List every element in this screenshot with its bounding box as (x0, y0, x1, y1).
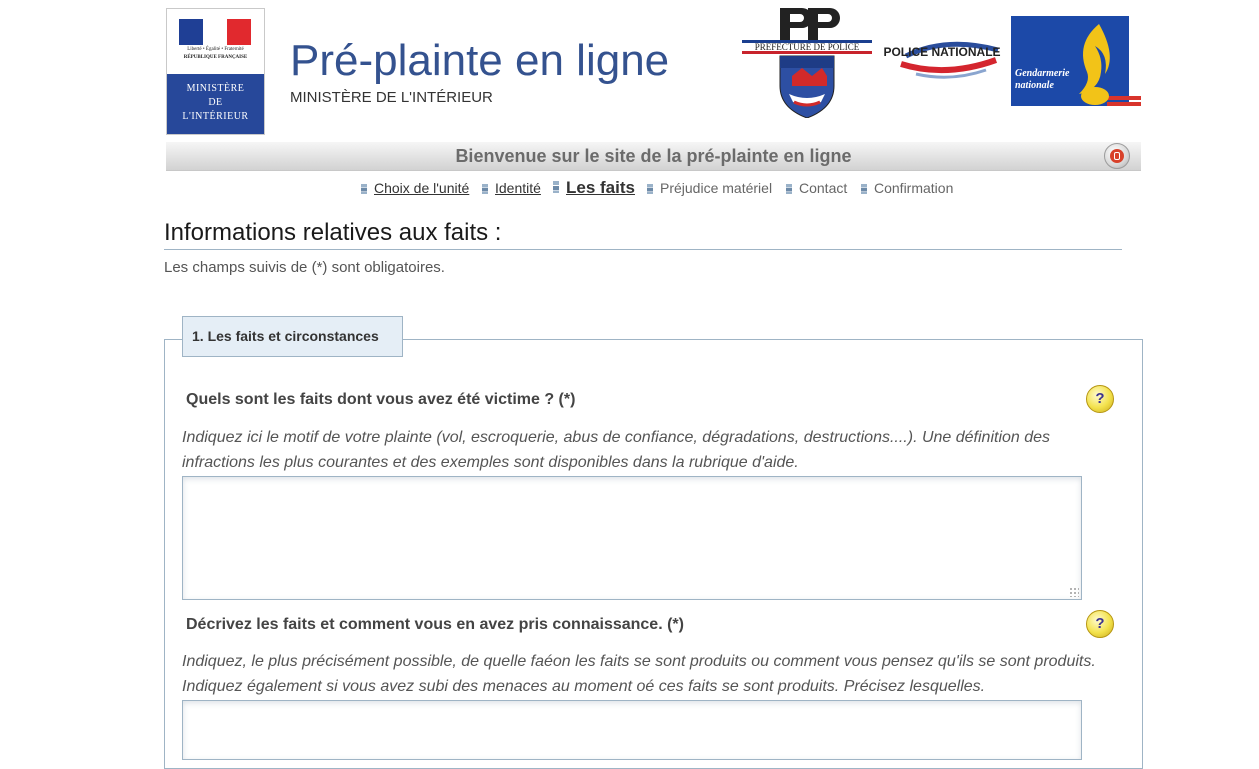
step-bullet-icon (647, 184, 653, 194)
republic-name: RÉPUBLIQUE FRANÇAISE (183, 55, 248, 60)
gendarmerie-text-line1: Gendarmerie (1015, 68, 1070, 79)
step-prejudice-label: Préjudice matériel (660, 180, 773, 196)
step-les-faits[interactable]: Les faits (553, 176, 635, 200)
step-confirmation-label: Confirmation (874, 180, 954, 196)
police-nationale-logo: POLICE NATIONALE (883, 41, 1001, 79)
fieldset-legend: 1. Les faits et circonstances (182, 316, 403, 357)
description-textarea[interactable] (182, 700, 1082, 760)
step-bullet-icon (553, 181, 559, 193)
required-fields-note: Les champs suivis de (*) sont obligatoir… (164, 259, 445, 276)
power-icon[interactable] (1104, 143, 1130, 169)
prefecture-police-logo: PREFECTURE DE POLICE (742, 8, 872, 118)
site-subtitle: MINISTÈRE DE L'INTÉRIEUR (290, 89, 493, 106)
prefecture-logo-text: PREFECTURE DE POLICE (755, 42, 860, 52)
step-identite[interactable]: Identité (482, 176, 541, 200)
step-prejudice-materiel: Préjudice matériel (647, 176, 772, 200)
ministry-logo: Liberté • Égalité • Fraternité RÉPUBLIQU… (166, 8, 265, 135)
gendarmerie-logo: Gendarmerie nationale (1011, 16, 1141, 106)
step-contact: Contact (786, 176, 847, 200)
heading-divider (164, 249, 1122, 250)
step-choix-unite[interactable]: Choix de l'unité (361, 176, 469, 200)
french-flag-icon (179, 19, 251, 45)
progress-steps: Choix de l'unité Identité Les faits Préj… (0, 176, 1259, 200)
step-identite-link[interactable]: Identité (495, 180, 541, 196)
gendarmerie-text-line2: nationale (1015, 80, 1054, 91)
question-label-facts: Quels sont les faits dont vous avez été … (186, 391, 576, 408)
step-bullet-icon (786, 184, 792, 194)
step-bullet-icon (482, 184, 488, 194)
help-question-mark-icon[interactable]: ? (1086, 610, 1114, 638)
help-question-mark-icon[interactable]: ? (1086, 385, 1114, 413)
ministry-logo-text: MINISTÈRE DE L'INTÉRIEUR (167, 74, 264, 134)
step-contact-label: Contact (799, 180, 848, 196)
step-confirmation: Confirmation (861, 176, 953, 200)
police-logo-text: POLICE NATIONALE (883, 45, 1000, 59)
site-title: Pré-plainte en ligne (290, 36, 670, 85)
question-label-description: Décrivez les faits et comment vous en av… (186, 616, 684, 633)
welcome-text: Bienvenue sur le site de la pré-plainte … (455, 146, 852, 166)
step-bullet-icon (861, 184, 867, 194)
question-hint-description: Indiquez, le plus précisément possible, … (182, 653, 1096, 695)
welcome-banner: Bienvenue sur le site de la pré-plainte … (166, 142, 1141, 171)
step-choix-unite-link[interactable]: Choix de l'unité (374, 180, 469, 196)
section-heading: Informations relatives aux faits : (164, 219, 502, 246)
republic-motto: Liberté • Égalité • Fraternité (187, 47, 244, 52)
step-bullet-icon (361, 184, 367, 194)
question-hint-facts: Indiquez ici le motif de votre plainte (… (182, 429, 1051, 471)
step-les-faits-link[interactable]: Les faits (566, 178, 635, 197)
resize-grip-icon[interactable] (1069, 587, 1079, 597)
facts-textarea[interactable] (182, 476, 1082, 600)
